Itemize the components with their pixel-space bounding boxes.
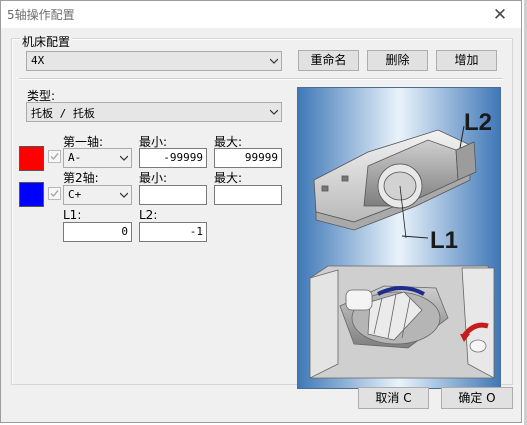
l2-callout: L2 [464,109,492,136]
bottom-machine-drawing [309,265,495,379]
close-icon[interactable]: ✕ [483,1,517,28]
axis1-value: A- [68,151,82,164]
l1-label: L1: [63,208,82,222]
delete-button[interactable]: 删除 [367,50,428,71]
chevron-down-icon [120,192,128,198]
type-select[interactable]: 托板 / 托板 [26,102,282,122]
type-value: 托板 / 托板 [31,107,95,120]
chevron-down-icon [270,109,278,115]
chevron-down-icon [270,58,278,64]
machine-config-value: 4X [31,54,45,67]
cancel-button[interactable]: 取消 C [358,387,429,409]
axis1-select[interactable]: A- [63,148,132,168]
axis1-checkbox[interactable] [48,150,61,163]
dialog-window: 5轴操作配置 ✕ 机床配置 4X 重命名 删除 增加 类型: 托板 / 托板 第… [0,0,522,423]
axis2-min-label: 最小: [139,171,168,185]
ok-button[interactable]: 确定 O [441,387,513,409]
axis2-color-swatch[interactable] [19,182,44,207]
machine-config-select[interactable]: 4X [26,51,282,71]
l1-field[interactable]: 0 [63,222,132,242]
axis1-max-field[interactable]: 99999 [214,148,282,168]
chevron-down-icon [120,155,128,161]
l2-label: L2: [139,208,158,222]
axis1-color-swatch[interactable] [19,146,44,171]
l1-callout: L1 [430,227,458,254]
separator-highlight [19,79,503,80]
window-title: 5轴操作配置 [7,8,75,22]
axis1-min-field[interactable]: -99999 [139,148,207,168]
axis2-value: C+ [68,188,82,201]
rename-button[interactable]: 重命名 [298,50,359,71]
axis2-checkbox[interactable] [48,187,61,200]
checkmark-icon [50,153,59,161]
axis2-max-label: 最大: [214,171,243,185]
checkmark-icon [50,190,59,198]
add-button[interactable]: 增加 [436,50,497,71]
axis2-label: 第2轴: [63,171,99,185]
axis2-select[interactable]: C+ [63,185,132,205]
axis2-max-field[interactable] [214,185,282,205]
trunnion-table-illustration-svg: L2 L1 [298,88,500,388]
machine-config-label: 机床配置 [20,33,73,50]
l2-field[interactable]: -1 [139,222,207,242]
title-bar[interactable]: 5轴操作配置 ✕ [1,1,521,28]
axis2-min-field[interactable] [139,185,207,205]
trunnion-table-illustration: L2 L1 [297,87,501,389]
